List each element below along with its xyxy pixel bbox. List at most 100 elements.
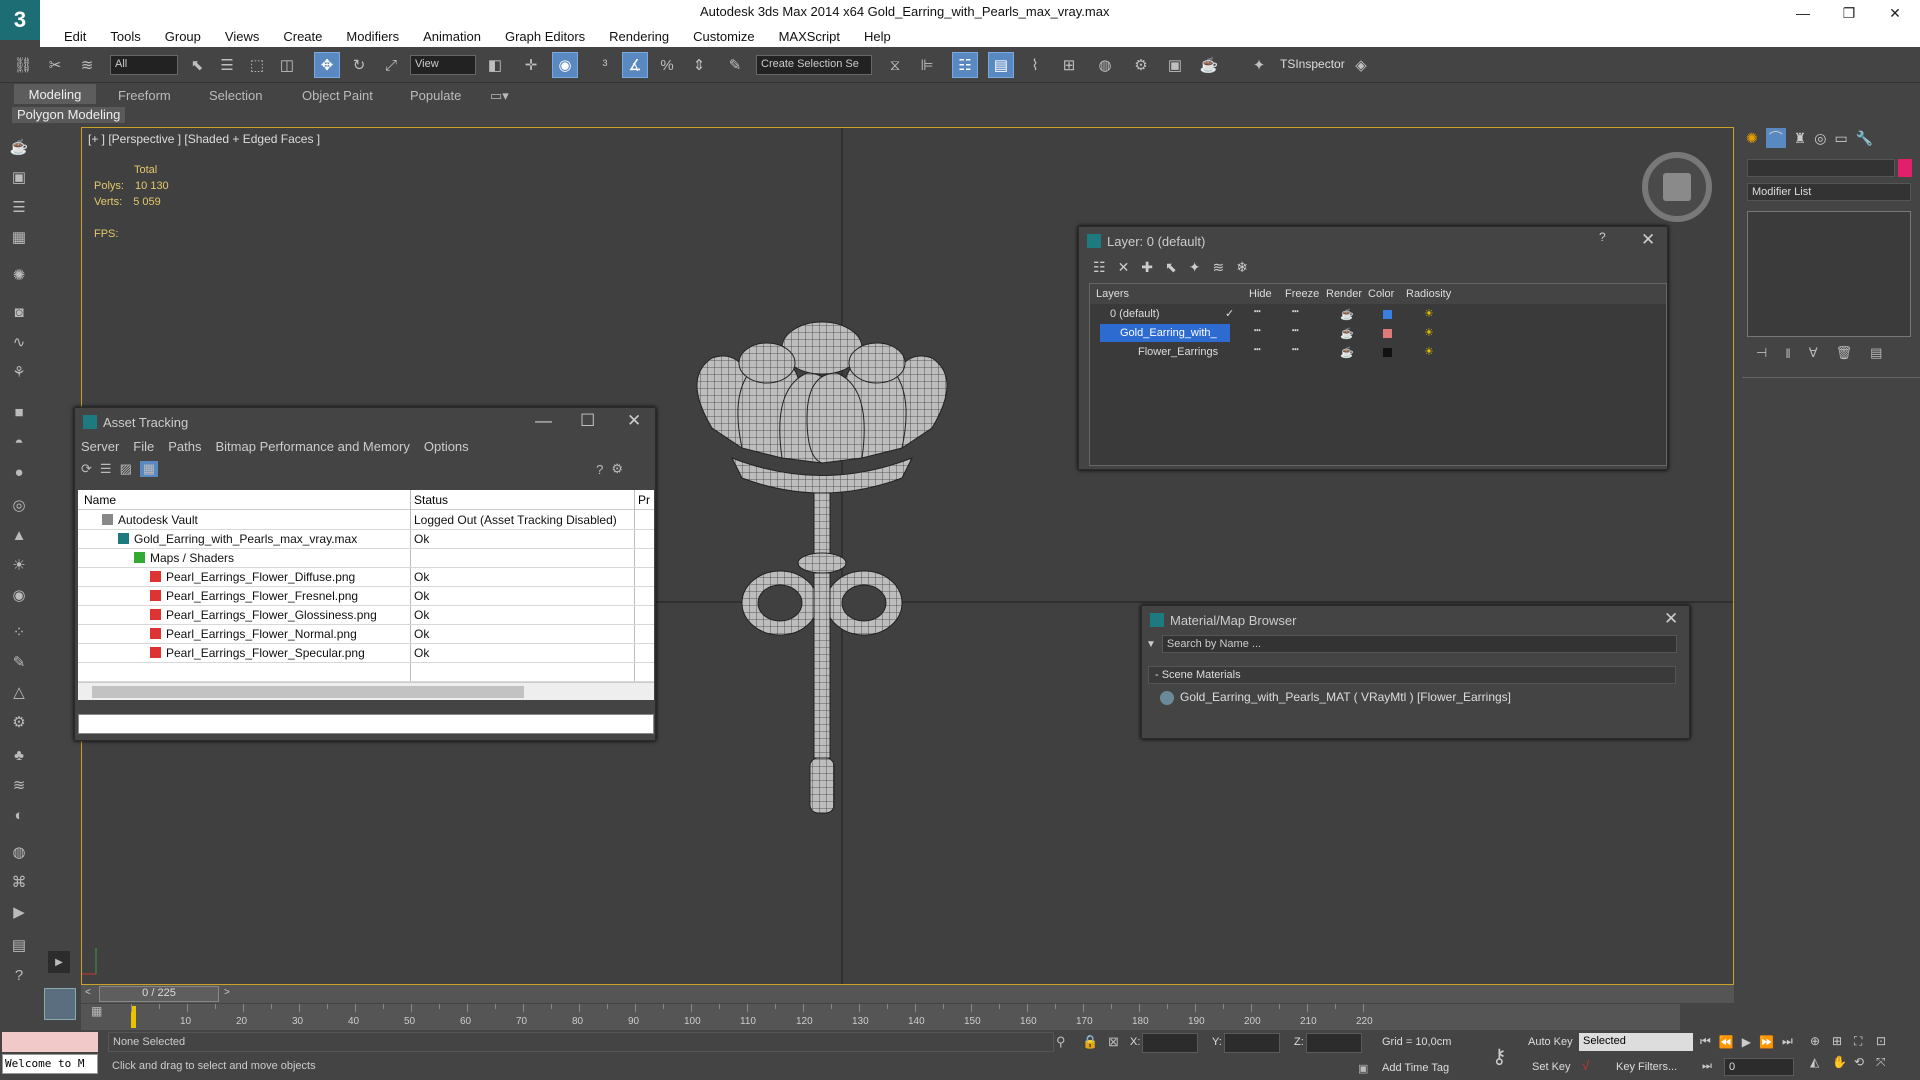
column-layers[interactable]: Layers <box>1096 288 1129 300</box>
orbit-icon[interactable]: ⟲ <box>1854 1055 1876 1070</box>
x-coordinate-input[interactable] <box>1142 1033 1198 1053</box>
pin-stack-icon[interactable]: ⊣ <box>1756 345 1767 361</box>
edit-named-selection-icon[interactable]: ✎ <box>722 52 748 78</box>
configure-sets-icon[interactable]: ▤ <box>1870 345 1882 361</box>
column-color[interactable]: Color <box>1368 288 1394 300</box>
tab-selection[interactable]: Selection <box>209 88 262 103</box>
zoom-all-icon[interactable]: ⊞ <box>1832 1034 1854 1049</box>
mini-curve-editor-icon[interactable]: ▦ <box>91 1004 111 1026</box>
key-filters-button[interactable]: Key Filters... <box>1616 1061 1677 1073</box>
spline-icon[interactable]: ∿ <box>7 331 31 353</box>
media-icon[interactable]: ▶ <box>7 901 31 923</box>
asset-tracking-window[interactable]: Asset Tracking — ☐ ✕ Server File Paths B… <box>74 407 656 741</box>
app-logo-icon[interactable]: 3 <box>0 0 40 40</box>
current-frame-input[interactable]: 0 <box>1724 1058 1794 1076</box>
object-color-swatch[interactable] <box>1898 159 1912 177</box>
particles-icon[interactable]: ⁘ <box>7 621 31 643</box>
layer-color-swatch[interactable] <box>1383 348 1392 357</box>
menu-create[interactable]: Create <box>283 29 322 44</box>
column-render[interactable]: Render <box>1326 288 1362 300</box>
unlink-icon[interactable]: ✂ <box>42 52 68 78</box>
time-slider-thumb[interactable]: 0 / 225 <box>99 986 219 1002</box>
column-freeze[interactable]: Freeze <box>1285 288 1319 300</box>
tab-freeform[interactable]: Freeform <box>118 88 171 103</box>
restore-button[interactable]: ❐ <box>1826 0 1872 26</box>
table-view-icon[interactable]: ▦ <box>139 461 159 477</box>
select-and-scale-icon[interactable]: ⤢ <box>378 52 404 78</box>
material-search-input[interactable]: Search by Name ... <box>1161 635 1677 653</box>
modify-tab-icon[interactable]: ⌒ <box>1765 128 1786 148</box>
layer-manager-window[interactable]: Layer: 0 (default) ? ✕ ☷ ✕ ✚ ⬉ ✦ ≋ ❄ Lay… <box>1078 226 1668 470</box>
layer-row[interactable]: Gold_Earring_with_ ┅ ┅ ☕ ☀ <box>1090 324 1560 343</box>
menu-edit[interactable]: Edit <box>64 29 86 44</box>
plugin-icon[interactable]: ◈ <box>1348 52 1374 78</box>
options-icon[interactable]: ⚙ <box>611 461 623 477</box>
rendered-frame-window-icon[interactable]: ▣ <box>1162 52 1188 78</box>
create-tab-icon[interactable]: ✺ <box>1746 130 1758 147</box>
horizontal-scrollbar[interactable] <box>78 682 654 700</box>
table-row[interactable]: Pearl_Earrings_Flower_Specular.png Ok <box>78 644 654 663</box>
render-setup-icon[interactable]: ⚙ <box>1128 52 1154 78</box>
highlight-layer-icon[interactable]: ✦ <box>1189 259 1201 276</box>
helper-icon[interactable]: ⚘ <box>7 361 31 383</box>
light-icon[interactable]: ✺ <box>7 264 31 286</box>
list-icon[interactable]: ☰ <box>7 196 31 218</box>
go-to-end-icon[interactable]: ⏭ <box>1782 1034 1793 1049</box>
render-production-icon[interactable]: ☕ <box>1196 52 1222 78</box>
list-view-icon[interactable]: ☰ <box>100 461 112 477</box>
active-check-icon[interactable]: ✓ <box>1225 307 1234 320</box>
select-and-move-icon[interactable]: ✥ <box>314 52 340 78</box>
hide-all-icon[interactable]: ≋ <box>1213 259 1225 276</box>
minimize-icon[interactable]: — <box>535 411 552 431</box>
pyramid-icon[interactable]: △ <box>7 681 31 703</box>
tab-populate[interactable]: Populate <box>410 88 461 103</box>
material-browser-titlebar[interactable]: Material/Map Browser ✕ <box>1142 606 1689 634</box>
box-icon[interactable]: ■ <box>7 401 31 423</box>
curve-icon[interactable]: √ <box>1582 1058 1589 1073</box>
close-icon[interactable]: ✕ <box>1664 609 1678 629</box>
tsinspector-label[interactable]: TSInspector <box>1280 57 1345 71</box>
at-menu-options[interactable]: Options <box>424 439 469 454</box>
menu-views[interactable]: Views <box>225 29 259 44</box>
at-menu-server[interactable]: Server <box>81 439 119 454</box>
scene-materials-header[interactable]: - Scene Materials <box>1148 666 1676 684</box>
table-row[interactable]: Pearl_Earrings_Flower_Normal.png Ok <box>78 625 654 644</box>
menu-customize[interactable]: Customize <box>693 29 754 44</box>
isolate-icon[interactable]: ⚲ <box>1056 1034 1066 1050</box>
column-name[interactable]: Name <box>84 493 116 507</box>
torus-icon[interactable]: ◎ <box>7 494 31 516</box>
sphere-gold-icon[interactable]: ◉ <box>7 584 31 606</box>
radiosity-icon[interactable]: ☀ <box>1424 326 1434 339</box>
graphite-ribbon-icon[interactable]: ▤ <box>988 52 1014 78</box>
reference-coord-dropdown[interactable]: View <box>410 55 476 75</box>
render-icon[interactable]: ▤ <box>7 934 31 956</box>
select-object-icon[interactable]: ⬉ <box>184 52 210 78</box>
tsinspector-icon[interactable]: ✦ <box>1246 52 1272 78</box>
table-row[interactable]: Pearl_Earrings_Flower_Fresnel.png Ok <box>78 587 654 606</box>
layer-color-swatch[interactable] <box>1383 310 1392 319</box>
time-tag-icon[interactable]: ▣ <box>1358 1062 1368 1075</box>
menu-animation[interactable]: Animation <box>423 29 481 44</box>
bind-space-warp-icon[interactable]: ≋ <box>74 52 100 78</box>
previous-frame-icon[interactable]: ⏪ <box>1719 1035 1734 1049</box>
pivot-center-icon[interactable]: ◧ <box>482 52 508 78</box>
lock-icon[interactable]: 🔒 <box>1082 1034 1098 1050</box>
render-teapot-icon[interactable]: ☕ <box>1340 346 1354 359</box>
sun-icon[interactable]: ☀ <box>7 554 31 576</box>
column-status[interactable]: Status <box>414 493 448 507</box>
help-icon[interactable]: ? <box>1599 230 1606 244</box>
layer-color-swatch[interactable] <box>1383 329 1392 338</box>
modifier-list-dropdown[interactable]: Modifier List <box>1747 183 1911 201</box>
zoom-extents-icon[interactable]: ⛶ <box>1854 1034 1876 1049</box>
at-menu-paths[interactable]: Paths <box>168 439 201 454</box>
play-icon[interactable]: ▶ <box>1742 1035 1751 1049</box>
menu-maxscript[interactable]: MAXScript <box>779 29 840 44</box>
field-of-view-icon[interactable]: ◭ <box>1810 1055 1832 1070</box>
paint-icon[interactable]: ✎ <box>7 651 31 673</box>
table-row[interactable]: Pearl_Earrings_Flower_Glossiness.png Ok <box>78 606 654 625</box>
add-time-tag[interactable]: Add Time Tag <box>1382 1062 1449 1074</box>
camera-icon[interactable]: ◙ <box>7 301 31 323</box>
layer-row[interactable]: 0 (default) ✓ ┅ ┅ ☕ ☀ <box>1090 305 1560 324</box>
ribbon-options-icon[interactable]: ▭▾ <box>490 88 509 104</box>
image-icon[interactable]: ▣ <box>7 166 31 188</box>
